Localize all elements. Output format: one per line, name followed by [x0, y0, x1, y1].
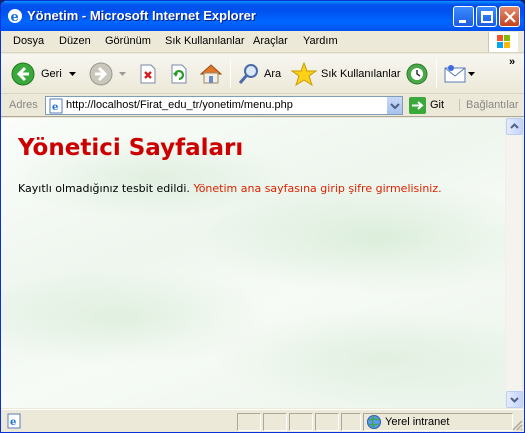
standard-toolbar: Geri Ara Sık Kullanılanlar » — [1, 54, 524, 94]
menu-sik-kullanilanlar[interactable]: Sık Kullanılanlar — [165, 35, 245, 47]
toolbar-separator — [230, 60, 231, 88]
refresh-icon — [171, 64, 187, 84]
window-title: Yönetim - Microsoft Internet Explorer — [27, 8, 256, 23]
svg-text:e: e — [11, 10, 19, 24]
maximize-icon — [481, 11, 493, 23]
history-button[interactable] — [403, 58, 431, 90]
vertical-scrollbar[interactable] — [505, 118, 523, 408]
close-button[interactable] — [499, 6, 520, 27]
status-panel — [315, 413, 339, 431]
search-label: Ara — [264, 68, 282, 80]
status-panel — [289, 413, 313, 431]
security-zone-label: Yerel intranet — [385, 416, 450, 428]
intranet-globe-icon — [367, 415, 381, 429]
favorites-button[interactable]: Sık Kullanılanlar — [291, 58, 401, 90]
search-button[interactable]: Ara — [235, 58, 285, 90]
chevron-down-icon — [390, 103, 400, 110]
forward-button[interactable] — [87, 58, 131, 90]
menu-yardim[interactable]: Yardım — [303, 35, 338, 47]
page-status-icon: e — [7, 413, 21, 429]
address-label: Adres — [9, 99, 38, 111]
menu-bar: Dosya Düzen Görünüm Sık Kullanılanlar Ar… — [1, 31, 524, 53]
svg-text:e: e — [52, 102, 58, 113]
links-toolbar-label[interactable]: Bağlantılar — [459, 99, 519, 111]
address-url: http://localhost/Firat_edu_tr/yonetim/me… — [66, 99, 293, 111]
status-bar: e Yerel intranet — [1, 409, 524, 432]
svg-text:e: e — [10, 417, 16, 428]
stop-icon — [140, 64, 156, 84]
title-bar[interactable]: e Yönetim - Microsoft Internet Explorer — [1, 1, 524, 31]
admin-home-link[interactable]: Yönetim ana sayfasına girip şifre girmel… — [193, 182, 441, 195]
menu-gorunum[interactable]: Görünüm — [105, 35, 151, 47]
search-icon — [238, 64, 258, 84]
address-field[interactable]: e http://localhost/Firat_edu_tr/yonetim/… — [45, 96, 403, 115]
favorites-label: Sık Kullanılanlar — [321, 68, 401, 80]
windows-flag-icon — [497, 35, 510, 48]
menu-duzen[interactable]: Düzen — [59, 35, 91, 47]
back-button[interactable]: Geri — [9, 58, 81, 90]
minimize-button[interactable] — [453, 6, 474, 27]
page-content: Yönetici Sayfaları Kayıtlı olmadığınız t… — [1, 118, 505, 408]
resize-grip-icon[interactable] — [511, 419, 523, 431]
chevron-up-icon — [510, 123, 519, 129]
forward-arrow-icon — [89, 62, 113, 86]
login-message: Kayıtlı olmadığınız tesbit edildi. Yönet… — [18, 182, 442, 195]
mail-dropdown-icon — [468, 72, 475, 76]
history-icon — [406, 63, 428, 85]
stop-button[interactable] — [135, 58, 161, 90]
back-dropdown-icon — [69, 72, 76, 76]
scroll-down-button[interactable] — [506, 391, 523, 408]
status-panel — [263, 413, 287, 431]
status-panel — [341, 413, 361, 431]
back-label: Geri — [41, 68, 62, 80]
menu-dosya[interactable]: Dosya — [13, 35, 44, 47]
go-arrow-icon — [409, 97, 426, 114]
go-label: Git — [430, 99, 445, 111]
close-icon — [504, 11, 516, 23]
address-dropdown-button[interactable] — [386, 97, 402, 114]
menu-araclar[interactable]: Araçlar — [253, 35, 288, 47]
favorites-star-icon — [291, 62, 317, 86]
minimize-icon — [459, 20, 466, 23]
mail-button[interactable] — [441, 58, 477, 90]
toolbar-separator — [436, 60, 437, 88]
chevron-down-icon — [510, 397, 519, 403]
page-heading: Yönetici Sayfaları — [18, 135, 244, 161]
not-registered-text: Kayıtlı olmadığınız tesbit edildi. — [18, 182, 190, 195]
go-button[interactable]: Git — [407, 96, 451, 115]
refresh-button[interactable] — [166, 58, 192, 90]
status-panel — [237, 413, 261, 431]
ie-logo-icon: e — [8, 9, 22, 24]
mail-icon — [444, 65, 466, 83]
page-icon: e — [49, 98, 63, 114]
maximize-button[interactable] — [476, 6, 497, 27]
home-icon — [199, 64, 223, 84]
home-button[interactable] — [197, 58, 225, 90]
address-bar: Adres e http://localhost/Firat_edu_tr/yo… — [1, 95, 524, 117]
back-arrow-icon — [11, 62, 35, 86]
toolbar-overflow-chevron[interactable]: » — [509, 56, 515, 68]
forward-dropdown-icon — [119, 72, 126, 76]
scroll-up-button[interactable] — [506, 118, 523, 135]
windows-flag-logo — [488, 32, 518, 52]
browser-window: e Yönetim - Microsoft Internet Explorer … — [0, 0, 525, 433]
